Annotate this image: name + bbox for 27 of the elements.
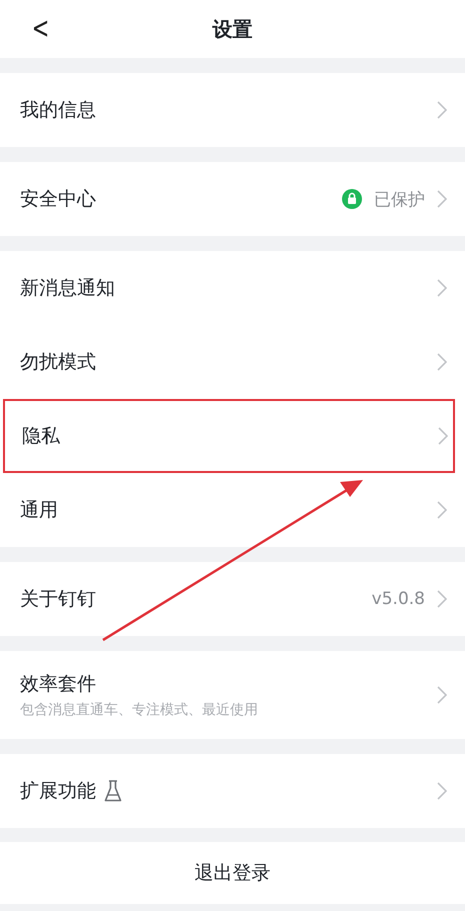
logout-button[interactable]: 退出登录 bbox=[0, 842, 465, 904]
settings-row[interactable]: 隐私 bbox=[3, 399, 455, 473]
row-label: 我的信息 bbox=[20, 98, 96, 123]
chevron-icon bbox=[437, 686, 447, 704]
chevron-icon bbox=[437, 590, 447, 608]
row-value: v5.0.8 bbox=[372, 589, 425, 609]
row-value: 已保护 bbox=[374, 188, 425, 210]
row-label: 通用 bbox=[20, 498, 58, 523]
lock-icon bbox=[342, 189, 362, 209]
back-button[interactable]: < bbox=[28, 12, 54, 46]
row-label: 安全中心 bbox=[20, 187, 96, 212]
chevron-icon bbox=[437, 101, 447, 119]
chevron-icon bbox=[437, 501, 447, 519]
row-subtitle: 包含消息直通车、专注模式、最近使用 bbox=[20, 701, 259, 719]
row-label: 隐私 bbox=[22, 424, 60, 449]
row-label: 勿扰模式 bbox=[20, 350, 96, 375]
chevron-icon bbox=[437, 190, 447, 208]
row-label: 关于钉钉 bbox=[20, 587, 96, 612]
chevron-icon bbox=[437, 279, 447, 297]
chevron-icon bbox=[437, 353, 447, 371]
chevron-icon bbox=[438, 427, 448, 445]
row-label: 扩展功能 bbox=[20, 779, 96, 804]
row-label: 效率套件 bbox=[20, 672, 96, 697]
page-title: 设置 bbox=[212, 16, 252, 42]
chevron-icon bbox=[437, 782, 447, 800]
row-label: 新消息通知 bbox=[20, 276, 115, 301]
flask-icon bbox=[104, 780, 122, 802]
